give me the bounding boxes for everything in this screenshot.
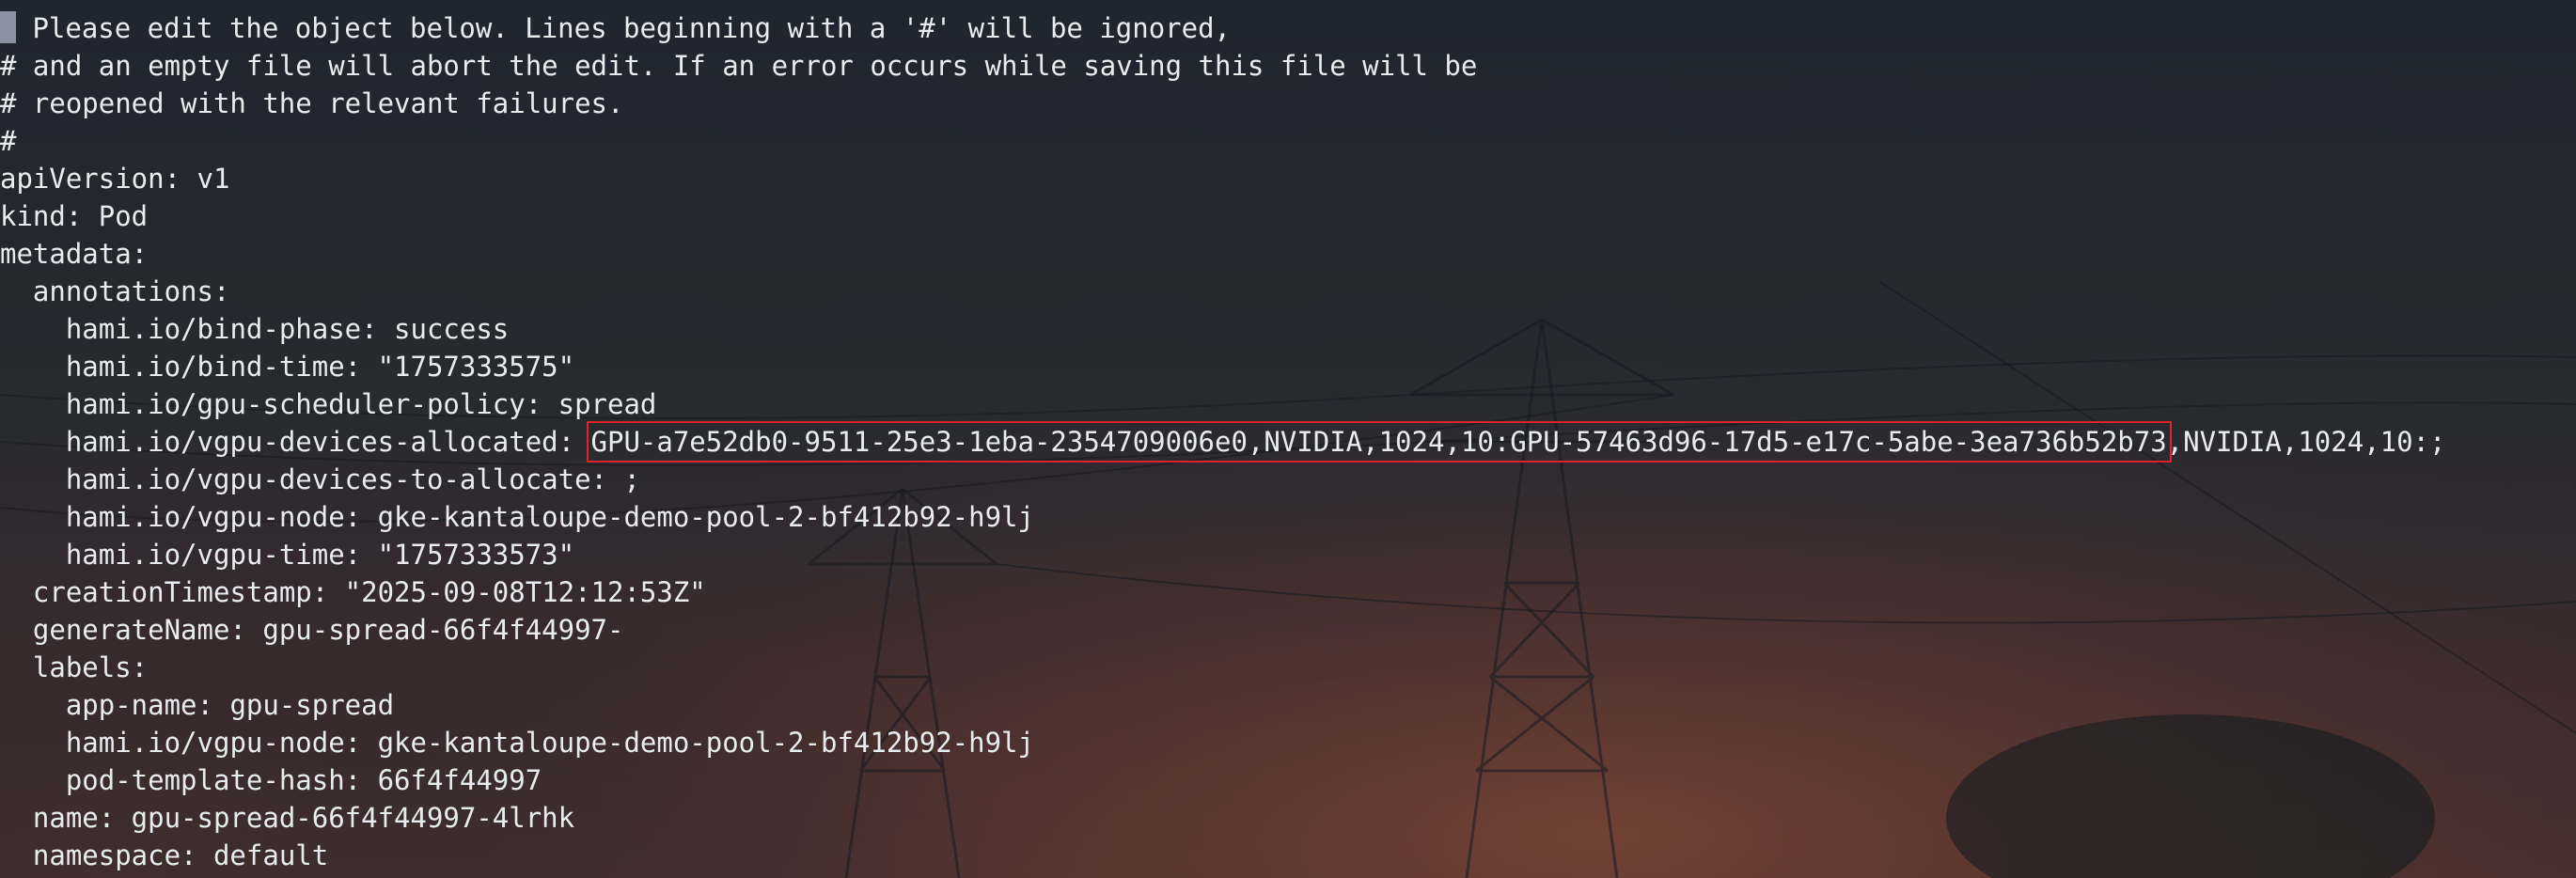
line-text: # [0, 125, 17, 157]
editor-line: Please edit the object below. Lines begi… [0, 9, 2576, 47]
line-text: pod-template-hash: 66f4f44997 [65, 764, 542, 796]
editor-line: hami.io/vgpu-node: gke-kantaloupe-demo-p… [0, 724, 2576, 761]
line-text: name: gpu-spread-66f4f44997-4lrhk [32, 802, 575, 834]
line-text: apiVersion: v1 [0, 163, 230, 195]
editor-line: metadata: [0, 235, 2576, 273]
editor-line: generateName: gpu-spread-66f4f44997- [0, 611, 2576, 649]
text-cursor [0, 11, 16, 43]
editor-line: apiVersion: v1 [0, 160, 2576, 197]
editor-line: hami.io/bind-phase: success [0, 310, 2576, 348]
line-text: hami.io/vgpu-node: gke-kantaloupe-demo-p… [65, 727, 1034, 759]
editor-line: hami.io/vgpu-node: gke-kantaloupe-demo-p… [0, 498, 2576, 536]
line-text: generateName: gpu-spread-66f4f44997- [32, 614, 624, 646]
editor-line: namespace: default [0, 837, 2576, 874]
annotation-value-rest: ,NVIDIA,1024,10:; [2166, 426, 2446, 458]
editor-line: creationTimestamp: "2025-09-08T12:12:53Z… [0, 573, 2576, 611]
highlighted-device-ids: GPU-a7e52db0-9511-25e3-1eba-2354709006e0… [586, 421, 2172, 463]
line-text: # reopened with the relevant failures. [0, 87, 624, 119]
line-text: metadata: [0, 238, 149, 270]
editor-line: # and an empty file will abort the edit.… [0, 47, 2576, 85]
line-text: hami.io/gpu-scheduler-policy: spread [65, 388, 657, 420]
editor-line: app-name: gpu-spread [0, 686, 2576, 724]
editor-line: # [0, 122, 2576, 160]
line-text: # and an empty file will abort the edit.… [0, 50, 1478, 82]
line-text: hami.io/vgpu-time: "1757333573" [65, 539, 575, 571]
line-text: hami.io/vgpu-devices-to-allocate: ; [65, 463, 640, 495]
line-text: labels: [32, 651, 149, 683]
editor-line: hami.io/gpu-scheduler-policy: spread [0, 385, 2576, 423]
editor-line: # reopened with the relevant failures. [0, 85, 2576, 122]
editor-line: hami.io/vgpu-devices-to-allocate: ; [0, 461, 2576, 498]
line-text: hami.io/bind-phase: success [65, 313, 510, 345]
editor-line: labels: [0, 649, 2576, 686]
line-text: hami.io/vgpu-node: gke-kantaloupe-demo-p… [65, 501, 1034, 533]
line-text: annotations: [32, 275, 230, 307]
line-text: Please edit the object below. Lines begi… [16, 12, 1232, 44]
terminal-editor[interactable]: Please edit the object below. Lines begi… [0, 9, 2576, 874]
line-text: hami.io/bind-time: "1757333575" [65, 351, 575, 383]
editor-line: pod-template-hash: 66f4f44997 [0, 761, 2576, 799]
line-text: creationTimestamp: "2025-09-08T12:12:53Z… [32, 576, 706, 608]
editor-line: name: gpu-spread-66f4f44997-4lrhk [0, 799, 2576, 837]
editor-line: hami.io/vgpu-time: "1757333573" [0, 536, 2576, 573]
line-text: app-name: gpu-spread [65, 689, 395, 721]
editor-line: annotations: [0, 273, 2576, 310]
line-text: kind: Pod [0, 200, 149, 232]
editor-line: hami.io/bind-time: "1757333575" [0, 348, 2576, 385]
editor-line-devices-allocated: hami.io/vgpu-devices-allocated: GPU-a7e5… [0, 421, 2576, 463]
line-text: namespace: default [32, 839, 329, 871]
annotation-key: hami.io/vgpu-devices-allocated: [65, 426, 591, 458]
editor-line: kind: Pod [0, 197, 2576, 235]
